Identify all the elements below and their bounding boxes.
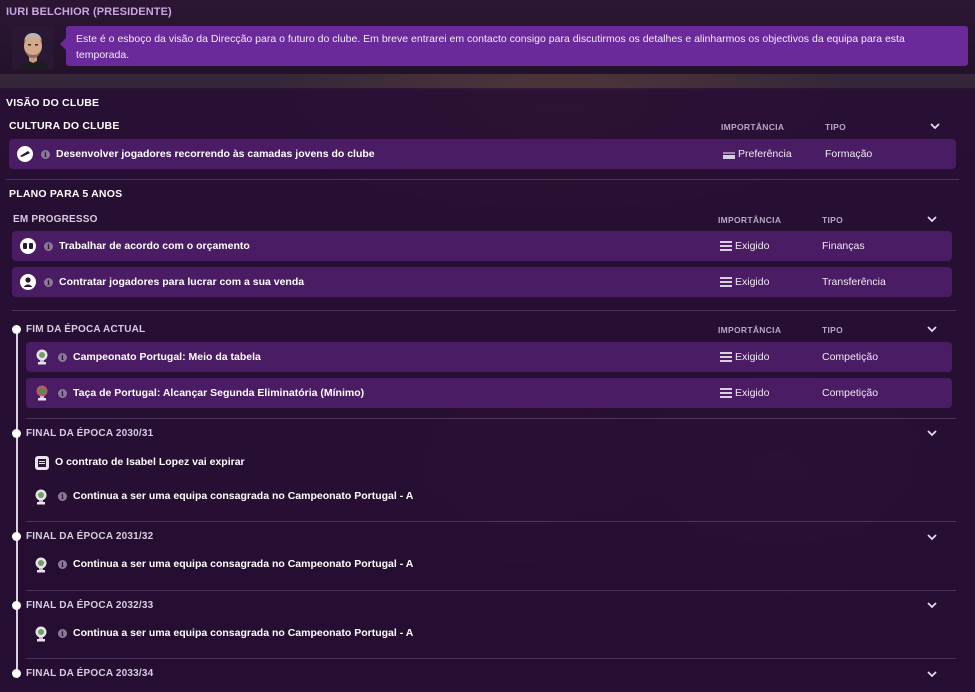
money-icon: [20, 238, 36, 254]
chairman-name: IURI BELCHIOR (PRESIDENTE): [6, 6, 172, 18]
importance-preference-icon: [723, 149, 735, 159]
chairman-message: Este é o esboço da visão da Direcção par…: [60, 26, 968, 66]
in-progress-title: EM PROGRESSO: [13, 214, 98, 225]
info-icon[interactable]: i: [58, 560, 67, 569]
culture-chevron-down-icon[interactable]: [929, 120, 941, 132]
league-trophy-icon: [34, 349, 50, 365]
league-goal-importance: Exigido: [735, 351, 770, 363]
cup-trophy-icon: [34, 385, 50, 401]
importance-required-icon: [720, 277, 732, 287]
transfer-goal-type: Transferência: [822, 276, 886, 288]
divider: [26, 521, 956, 522]
timeline-dot: [12, 669, 21, 678]
chairman-avatar: [12, 26, 54, 70]
league-goal-type: Competição: [822, 351, 879, 363]
divider: [26, 418, 956, 419]
season-2030-chevron-down-icon[interactable]: [926, 427, 938, 439]
divider: [26, 658, 956, 659]
info-icon[interactable]: i: [58, 353, 67, 362]
culture-importance-header: IMPORTÂNCIA: [721, 122, 785, 132]
season-2032-chevron-down-icon[interactable]: [926, 599, 938, 611]
info-icon[interactable]: i: [58, 629, 67, 638]
league-goal-row[interactable]: i Campeonato Portugal: Meio da tabela Ex…: [26, 342, 952, 372]
budget-goal-type: Finanças: [822, 240, 865, 252]
info-icon[interactable]: i: [44, 278, 53, 287]
importance-required-icon: [720, 352, 732, 362]
in-progress-chevron-down-icon[interactable]: [926, 213, 938, 225]
club-culture-title: CULTURA DO CLUBE: [9, 120, 120, 132]
culture-goal-row[interactable]: i Desenvolver jogadores recorrendo às ca…: [9, 139, 956, 169]
budget-goal-text: Trabalhar de acordo com o orçamento: [59, 240, 250, 252]
league-trophy-icon: [34, 489, 50, 505]
season-2030-title: FINAL DA ÉPOCA 2030/31: [26, 428, 154, 439]
league-trophy-icon: [34, 557, 50, 573]
divider: [6, 179, 959, 180]
chairman-banner: IURI BELCHIOR (PRESIDENTE) Este é o esbo…: [0, 0, 975, 74]
league-trophy-icon: [34, 626, 50, 642]
timeline-dot: [12, 325, 21, 334]
transfer-goal-text: Contratar jogadores para lucrar com a su…: [59, 276, 305, 288]
cup-goal-row[interactable]: i Taça de Portugal: Alcançar Segunda Eli…: [26, 378, 952, 408]
info-icon[interactable]: i: [58, 492, 67, 501]
info-icon[interactable]: i: [41, 150, 50, 159]
season-2031-title: FINAL DA ÉPOCA 2031/32: [26, 531, 154, 542]
end-current-importance-header: IMPORTÂNCIA: [718, 325, 782, 335]
season-2033-chevron-down-icon[interactable]: [926, 668, 938, 680]
importance-required-icon: [720, 388, 732, 398]
season-2030-goal-text: Continua a ser uma equipa consagrada no …: [73, 490, 414, 502]
season-2031-chevron-down-icon[interactable]: [926, 531, 938, 543]
league-goal-text: Campeonato Portugal: Meio da tabela: [73, 351, 261, 363]
info-icon[interactable]: i: [58, 389, 67, 398]
end-current-chevron-down-icon[interactable]: [926, 323, 938, 335]
transfer-goal-importance: Exigido: [735, 276, 770, 288]
timeline-dot: [12, 601, 21, 610]
budget-goal-importance: Exigido: [735, 240, 770, 252]
person-icon: [20, 274, 36, 290]
in-progress-type-header: TIPO: [822, 215, 844, 225]
cup-goal-importance: Exigido: [735, 387, 770, 399]
season-2031-goal-text: Continua a ser uma equipa consagrada no …: [73, 558, 414, 570]
timeline-line: [16, 330, 18, 676]
season-2032-title: FINAL DA ÉPOCA 2032/33: [26, 600, 154, 611]
contract-expiry-text[interactable]: O contrato de Isabel Lopez vai expirar: [55, 456, 245, 468]
club-vision-title: VISÃO DO CLUBE: [6, 97, 100, 109]
importance-required-icon: [720, 241, 732, 251]
timeline-dot: [12, 429, 21, 438]
budget-goal-row[interactable]: i Trabalhar de acordo com o orçamento Ex…: [12, 231, 952, 261]
timeline-dot: [12, 532, 21, 541]
contract-icon: [34, 455, 50, 471]
transfer-goal-row[interactable]: i Contratar jogadores para lucrar com a …: [12, 267, 952, 297]
end-current-season-title: FIM DA ÉPOCA ACTUAL: [26, 324, 146, 335]
cup-goal-type: Competição: [822, 387, 879, 399]
culture-type-header: TIPO: [825, 122, 847, 132]
divider: [26, 590, 956, 591]
info-icon[interactable]: i: [44, 242, 53, 251]
youth-boot-icon: [17, 146, 33, 162]
season-2032-goal-text: Continua a ser uma equipa consagrada no …: [73, 627, 414, 639]
five-year-plan-title: PLANO PARA 5 ANOS: [9, 188, 123, 200]
season-2033-title: FINAL DA ÉPOCA 2033/34: [26, 668, 154, 679]
divider: [12, 310, 956, 311]
culture-goal-type: Formação: [825, 148, 873, 160]
cup-goal-text: Taça de Portugal: Alcançar Segunda Elimi…: [73, 387, 365, 399]
culture-goal-text: Desenvolver jogadores recorrendo às cama…: [56, 148, 375, 160]
in-progress-importance-header: IMPORTÂNCIA: [718, 215, 782, 225]
end-current-type-header: TIPO: [822, 325, 844, 335]
culture-goal-importance: Preferência: [738, 148, 792, 160]
